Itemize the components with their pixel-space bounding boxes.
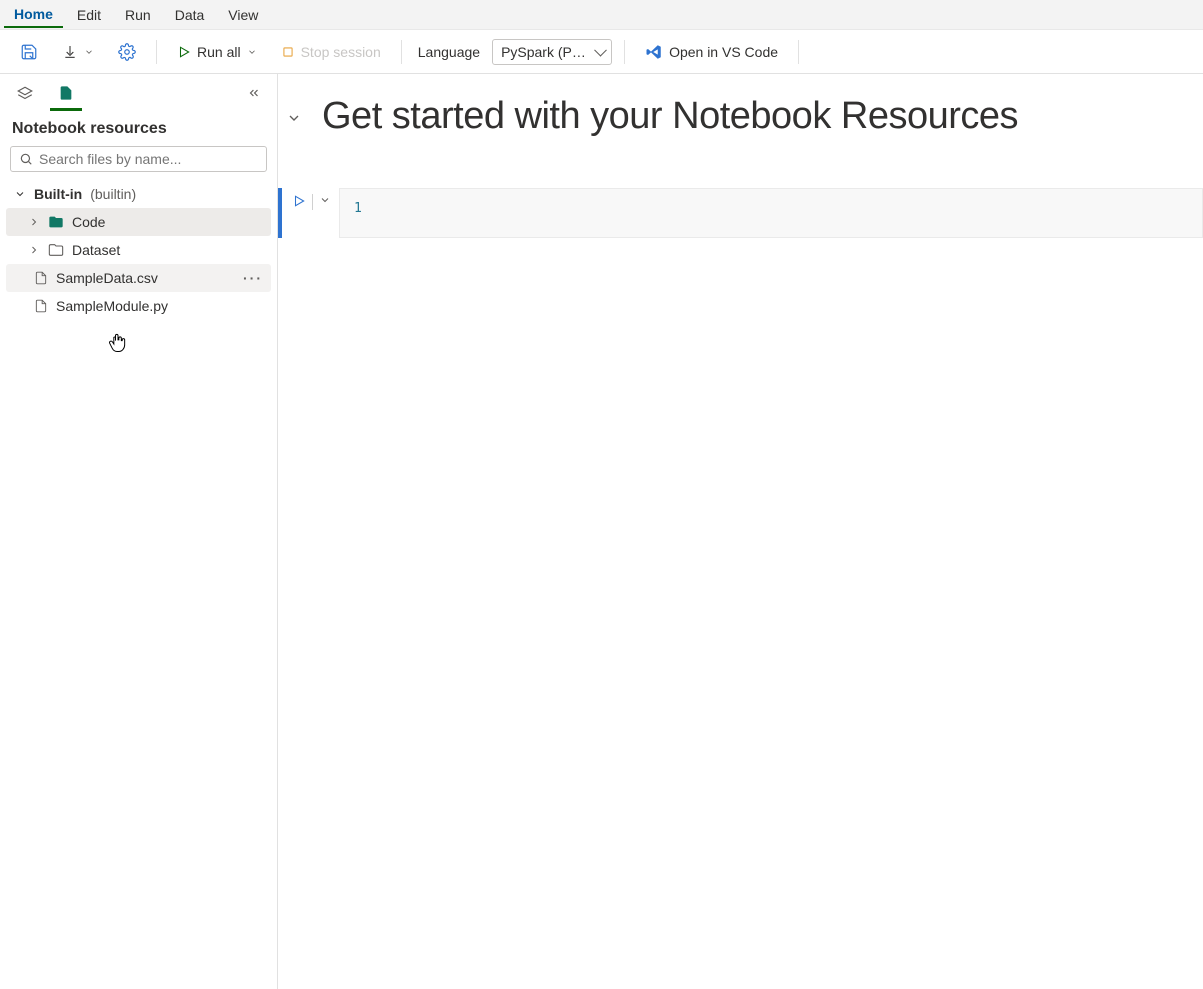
tree-folder-code[interactable]: Code [6, 208, 271, 236]
cell-more-button[interactable] [319, 194, 331, 206]
run-all-button[interactable]: Run all [169, 39, 265, 65]
file-outline-icon [34, 271, 48, 285]
content-header: Get started with your Notebook Resources [278, 74, 1203, 140]
menu-bar: Home Edit Run Data View [0, 0, 1203, 30]
language-label: Language [414, 44, 484, 60]
code-cell: 1 [278, 188, 1203, 238]
chevron-right-icon [28, 244, 40, 256]
search-box[interactable] [10, 146, 267, 172]
cell-action-separator [312, 194, 313, 210]
toolbar-separator [156, 40, 157, 64]
folder-outline-icon [48, 242, 64, 258]
run-cell-button[interactable] [292, 194, 306, 208]
search-input[interactable] [39, 151, 258, 167]
chevron-down-icon [247, 47, 257, 57]
menu-data[interactable]: Data [165, 3, 215, 27]
panel-title: Notebook resources [0, 114, 277, 146]
content-area: Get started with your Notebook Resources… [278, 74, 1203, 989]
save-icon [20, 43, 38, 61]
resource-tree: Built-in (builtin) Code [0, 180, 277, 989]
cloud-icon [16, 85, 34, 103]
tree-folder-dataset[interactable]: Dataset [6, 236, 271, 264]
tree-root-label: Built-in [34, 186, 82, 202]
menu-run[interactable]: Run [115, 3, 161, 27]
tree-file-label: SampleData.csv [56, 270, 158, 286]
tree-file-label: SampleModule.py [56, 298, 168, 314]
menu-view[interactable]: View [218, 3, 268, 27]
search-wrap [0, 146, 277, 180]
tree-file-sampledata[interactable]: SampleData.csv ··· [6, 264, 271, 292]
tree-root-builtin[interactable]: Built-in (builtin) [6, 180, 271, 208]
gear-icon [118, 43, 136, 61]
language-select[interactable]: PySpark (Pytho... [492, 39, 612, 65]
chevron-down-icon [84, 47, 94, 57]
folder-icon [48, 214, 64, 230]
chevrons-left-icon [247, 86, 261, 100]
page-title: Get started with your Notebook Resources [322, 94, 1203, 140]
chevron-right-icon [28, 216, 40, 228]
main-area: Notebook resources Built-in (builtin) [0, 74, 1203, 989]
vscode-icon [645, 43, 663, 61]
tree-file-samplemodule[interactable]: SampleModule.py [6, 292, 271, 320]
code-editor[interactable]: 1 [339, 188, 1203, 238]
file-outline-icon [34, 299, 48, 313]
stop-session-button[interactable]: Stop session [273, 39, 389, 65]
search-icon [19, 152, 33, 166]
left-panel-tabs [0, 74, 277, 114]
toolbar: Run all Stop session Language PySpark (P… [0, 30, 1203, 74]
menu-home[interactable]: Home [4, 2, 63, 28]
left-panel: Notebook resources Built-in (builtin) [0, 74, 278, 989]
more-options-button[interactable]: ··· [243, 270, 263, 286]
line-number: 1 [354, 201, 374, 216]
collapse-panel-button[interactable] [239, 82, 269, 107]
tree-folder-label: Dataset [72, 242, 120, 258]
collapse-toggle[interactable] [286, 94, 302, 126]
download-button[interactable] [54, 39, 102, 65]
play-icon [177, 45, 191, 59]
menu-edit[interactable]: Edit [67, 3, 111, 27]
chevron-down-icon [14, 188, 26, 200]
save-button[interactable] [12, 38, 46, 66]
open-vscode-label: Open in VS Code [669, 44, 778, 60]
open-vscode-button[interactable]: Open in VS Code [637, 38, 786, 66]
lakehouse-tab[interactable] [8, 79, 42, 109]
resources-tab[interactable] [50, 78, 82, 111]
stop-session-label: Stop session [301, 44, 381, 60]
file-icon [58, 84, 74, 102]
run-all-label: Run all [197, 44, 241, 60]
toolbar-separator [798, 40, 799, 64]
toolbar-separator [401, 40, 402, 64]
toolbar-separator [624, 40, 625, 64]
cell-actions [282, 188, 339, 238]
download-icon [62, 44, 78, 60]
tree-root-sub: (builtin) [90, 186, 136, 202]
tree-folder-label: Code [72, 214, 105, 230]
settings-button[interactable] [110, 38, 144, 66]
stop-icon [281, 45, 295, 59]
